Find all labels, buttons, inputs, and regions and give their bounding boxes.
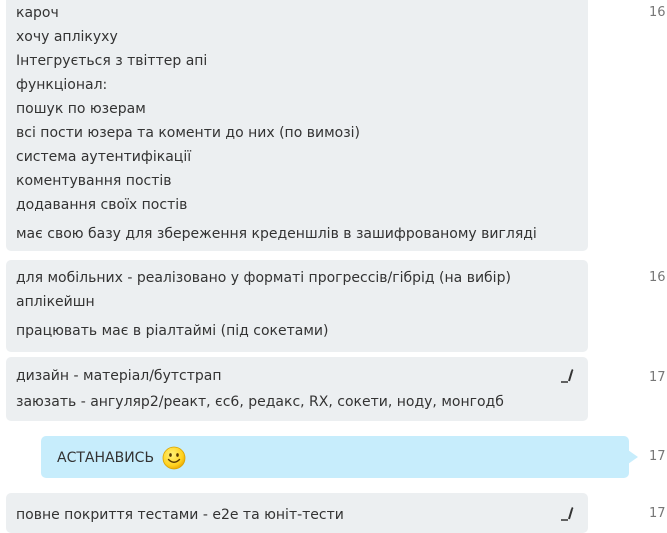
message-line: працювать має в ріалтаймі (під сокетами) [16, 323, 329, 339]
message-time: 17 [649, 449, 666, 464]
message-line: хочу аплікуху [16, 29, 118, 45]
message-line: аплікейшн [16, 294, 95, 310]
pencil-edit-icon[interactable] [560, 369, 574, 383]
message-bubble-2[interactable]: для мобільних - реалізовано у форматі пр… [6, 260, 588, 352]
message-line: АСТАНАВИСЬ [57, 446, 186, 470]
message-line: Інтегрується з твіттер апі [16, 53, 208, 69]
message-time: 16 [649, 270, 666, 285]
message-line: всі пости юзера та коменти до них (по ви… [16, 125, 360, 141]
message-time: 17 [649, 506, 666, 521]
message-line: для мобільних - реалізовано у форматі пр… [16, 270, 511, 286]
message-line: кароч [16, 5, 59, 21]
message-line: дизайн - матеріал/бутстрап [16, 368, 222, 384]
message-bubble-outgoing[interactable]: АСТАНАВИСЬ [41, 436, 629, 478]
message-line: додавання своїх постів [16, 197, 188, 213]
smiley-face-icon [162, 446, 185, 470]
message-text: АСТАНАВИСЬ [57, 450, 155, 466]
message-line: функціонал: [16, 77, 108, 93]
message-line: має свою базу для збереження креденшлів … [16, 226, 537, 242]
message-line: система аутентифікації [16, 149, 192, 165]
pencil-edit-icon[interactable] [560, 507, 574, 521]
message-bubble-1[interactable]: кароч хочу аплікуху Інтегрується з твітт… [6, 0, 588, 251]
message-line: заюзать - ангуляр2/реакт, єс6, редакс, R… [16, 394, 504, 410]
message-bubble-3[interactable]: дизайн - матеріал/бутстрап заюзать - анг… [6, 357, 588, 421]
message-line: повне покриття тестами - е2е та юніт-тес… [16, 507, 344, 523]
message-line: коментування постів [16, 173, 172, 189]
message-line: пошук по юзерам [16, 101, 146, 117]
message-time: 17 [649, 370, 666, 385]
message-bubble-5[interactable]: повне покриття тестами - е2е та юніт-тес… [6, 493, 588, 533]
bubble-tail [628, 450, 638, 464]
message-time: 16 [649, 5, 666, 20]
